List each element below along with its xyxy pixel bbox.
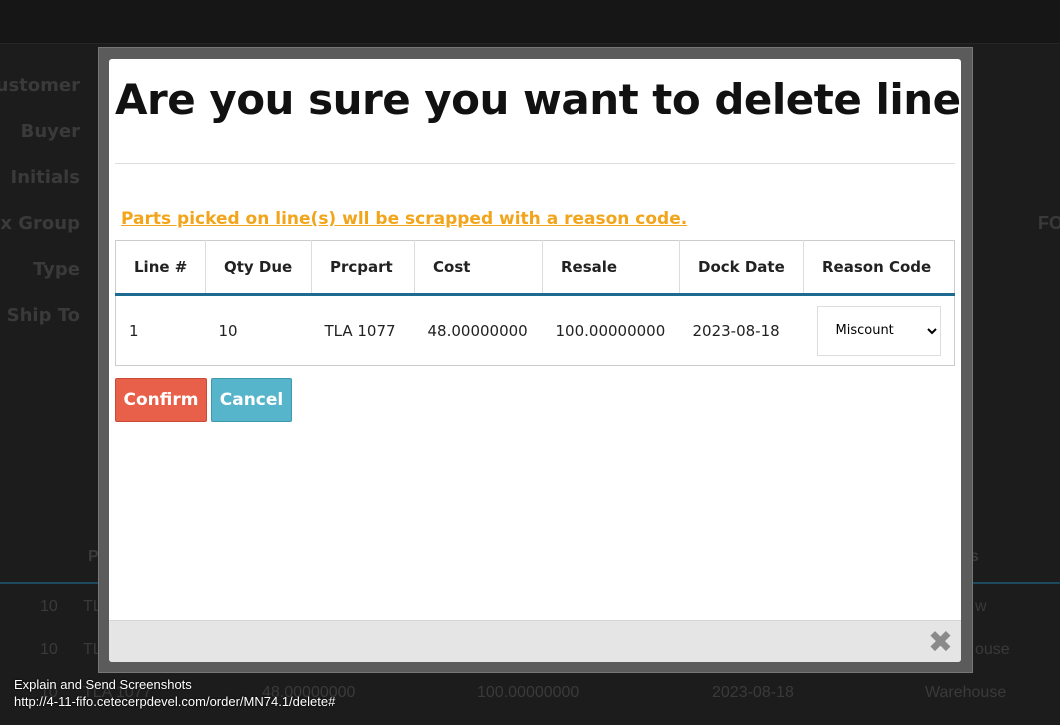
bg-cell: 2023-08-18 <box>712 684 794 701</box>
top-bar <box>0 0 1060 44</box>
cell-cost: 48.00000000 <box>427 321 528 340</box>
modal-footer: ✖ <box>109 620 961 662</box>
bg-label-ship-to: Ship To <box>6 305 80 326</box>
bg-cell: 10 <box>40 641 58 658</box>
close-icon[interactable]: ✖ <box>928 625 953 660</box>
cell-resale: 100.00000000 <box>555 321 666 340</box>
col-line: Line # <box>115 240 206 296</box>
bg-label-fo: FO <box>1038 213 1060 233</box>
cell-prcpart: TLA 1077 <box>324 321 396 340</box>
divider <box>115 163 955 164</box>
col-reason-code: Reason Code <box>803 240 955 296</box>
status-title: Explain and Send Screenshots <box>14 677 192 692</box>
bg-cell: Warehouse <box>925 684 1007 701</box>
bg-cell: 10 <box>40 598 58 615</box>
table-row: 1 10 TLA 1077 48.00000000 100.00000000 2… <box>116 295 955 366</box>
status-overlay: Explain and Send Screenshots http://4-11… <box>14 676 335 710</box>
col-qty-due: Qty Due <box>205 240 312 296</box>
confirm-button[interactable]: Confirm <box>115 378 207 422</box>
cell-dock-date: 2023-08-18 <box>692 321 780 340</box>
delete-line-modal: Are you sure you want to delete line 1? … <box>109 59 961 662</box>
col-prcpart: Prcpart <box>311 240 415 296</box>
bg-label-customer: Customer <box>0 75 80 96</box>
reason-code-select[interactable]: Miscount <box>816 305 941 356</box>
col-dock-date: Dock Date <box>679 240 804 296</box>
cell-qty-due: 10 <box>218 321 238 340</box>
bg-label-type: Type <box>33 259 80 280</box>
modal-title: Are you sure you want to delete line 1? <box>115 75 961 124</box>
scrap-warning: Parts picked on line(s) wll be scrapped … <box>121 209 688 229</box>
line-table: Line # Qty Due Prcpart Cost Resale Dock … <box>115 240 955 366</box>
status-url: http://4-11-fifo.cetecerpdevel.com/order… <box>14 694 336 709</box>
col-cost: Cost <box>414 240 543 296</box>
cancel-button[interactable]: Cancel <box>211 378 292 422</box>
table-header-row: Line # Qty Due Prcpart Cost Resale Dock … <box>115 240 955 296</box>
bg-label-initials: Initials <box>10 167 81 188</box>
bg-cell: ouse <box>975 641 1010 658</box>
cell-line: 1 <box>129 321 139 340</box>
cell-reason-code: Miscount <box>804 295 955 366</box>
bg-cell: w <box>975 598 987 615</box>
col-resale: Resale <box>542 240 680 296</box>
bg-label-buyer: Buyer <box>20 121 80 142</box>
bg-label-tax-group: Tax Group <box>0 213 80 234</box>
bg-cell: 100.00000000 <box>477 684 580 701</box>
